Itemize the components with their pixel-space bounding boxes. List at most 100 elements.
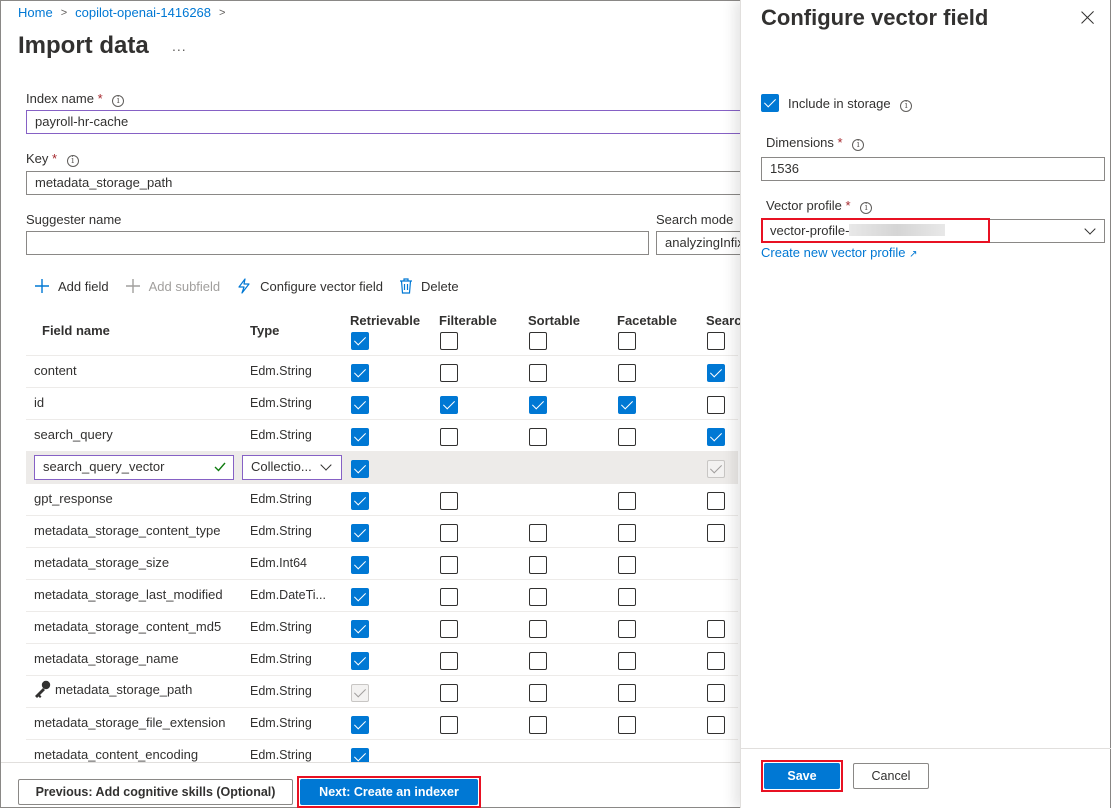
delete-button[interactable]: Delete — [399, 278, 459, 294]
select-all-searchable-checkbox[interactable] — [707, 332, 725, 350]
filterable-checkbox[interactable] — [440, 556, 458, 574]
searchable-checkbox[interactable] — [707, 620, 725, 638]
sortable-checkbox[interactable] — [529, 524, 547, 542]
facetable-checkbox[interactable] — [618, 556, 636, 574]
retrievable-checkbox[interactable] — [351, 364, 369, 382]
sortable-checkbox[interactable] — [529, 652, 547, 670]
row-divider — [26, 387, 738, 388]
previous-button[interactable]: Previous: Add cognitive skills (Optional… — [18, 779, 293, 805]
vector-profile-label: Vector profile * i — [766, 198, 873, 214]
field-name-cell[interactable]: metadata_storage_last_modified — [34, 587, 223, 602]
facetable-checkbox[interactable] — [618, 524, 636, 542]
configure-vector-field-pane: Configure vector field Include in storag… — [740, 0, 1111, 808]
search-mode-dropdown[interactable]: analyzingInfix — [656, 231, 746, 255]
field-name-cell[interactable]: search_query — [34, 427, 113, 442]
field-name-input[interactable]: search_query_vector — [34, 455, 234, 480]
retrievable-checkbox[interactable] — [351, 460, 369, 478]
filterable-checkbox[interactable] — [440, 364, 458, 382]
breadcrumb-resource[interactable]: copilot-openai-1416268 — [75, 5, 211, 20]
breadcrumb-home[interactable]: Home — [18, 5, 53, 20]
create-new-vector-profile-link[interactable]: Create new vector profile ↗ — [761, 245, 918, 260]
searchable-checkbox[interactable] — [707, 492, 725, 510]
add-field-button[interactable]: Add field — [34, 278, 109, 294]
add-subfield-button[interactable]: Add subfield — [125, 278, 220, 294]
sortable-checkbox[interactable] — [529, 428, 547, 446]
filterable-checkbox[interactable] — [440, 524, 458, 542]
field-name-cell[interactable]: metadata_storage_file_extension — [34, 715, 226, 730]
field-name-cell[interactable]: metadata_content_encoding — [34, 747, 198, 762]
searchable-checkbox[interactable] — [707, 364, 725, 382]
close-icon[interactable] — [1081, 10, 1095, 24]
filterable-checkbox[interactable] — [440, 588, 458, 606]
filterable-checkbox[interactable] — [440, 492, 458, 510]
sortable-checkbox[interactable] — [529, 396, 547, 414]
facetable-checkbox[interactable] — [618, 492, 636, 510]
field-name-cell[interactable]: metadata_storage_name — [34, 651, 179, 666]
sortable-checkbox[interactable] — [529, 716, 547, 734]
facetable-checkbox[interactable] — [618, 652, 636, 670]
sortable-checkbox[interactable] — [529, 684, 547, 702]
filterable-checkbox[interactable] — [440, 652, 458, 670]
retrievable-checkbox[interactable] — [351, 396, 369, 414]
sortable-checkbox[interactable] — [529, 364, 547, 382]
filterable-checkbox[interactable] — [440, 716, 458, 734]
facetable-checkbox[interactable] — [618, 620, 636, 638]
retrievable-checkbox[interactable] — [351, 748, 369, 762]
retrievable-checkbox[interactable] — [351, 556, 369, 574]
facetable-checkbox[interactable] — [618, 428, 636, 446]
searchable-checkbox[interactable] — [707, 652, 725, 670]
filterable-checkbox[interactable] — [440, 428, 458, 446]
retrievable-checkbox[interactable] — [351, 588, 369, 606]
facetable-checkbox[interactable] — [618, 364, 636, 382]
suggester-name-input[interactable] — [26, 231, 649, 255]
facetable-checkbox[interactable] — [618, 684, 636, 702]
searchable-checkbox[interactable] — [707, 716, 725, 734]
select-all-sortable-checkbox[interactable] — [529, 332, 547, 350]
cancel-button[interactable]: Cancel — [853, 763, 929, 789]
info-icon[interactable]: i — [66, 155, 79, 167]
field-name-cell[interactable]: metadata_storage_content_md5 — [34, 619, 221, 634]
configure-vector-field-button[interactable]: Configure vector field — [236, 278, 383, 294]
retrievable-checkbox[interactable] — [351, 716, 369, 734]
facetable-checkbox[interactable] — [618, 396, 636, 414]
select-all-facetable-checkbox[interactable] — [618, 332, 636, 350]
field-name-cell[interactable]: metadata_storage_path — [55, 682, 192, 697]
field-name-cell[interactable]: gpt_response — [34, 491, 113, 506]
field-name-cell[interactable]: id — [34, 395, 44, 410]
facetable-checkbox[interactable] — [618, 588, 636, 606]
info-icon[interactable]: i — [852, 139, 865, 151]
info-icon[interactable]: i — [900, 100, 913, 112]
sortable-checkbox[interactable] — [529, 556, 547, 574]
facetable-checkbox[interactable] — [618, 716, 636, 734]
row-divider — [26, 355, 738, 356]
dimensions-input[interactable]: 1536 — [761, 157, 1105, 181]
key-input[interactable]: metadata_storage_path — [26, 171, 746, 195]
retrievable-checkbox[interactable] — [351, 620, 369, 638]
field-name-cell[interactable]: content — [34, 363, 77, 378]
row-divider — [26, 515, 738, 516]
index-name-input[interactable]: payroll-hr-cache — [26, 110, 746, 134]
select-all-retrievable-checkbox[interactable] — [351, 332, 369, 350]
retrievable-checkbox[interactable] — [351, 524, 369, 542]
sortable-checkbox[interactable] — [529, 620, 547, 638]
page-title: Import data — [18, 32, 149, 59]
info-icon[interactable]: i — [112, 95, 125, 107]
filterable-checkbox[interactable] — [440, 620, 458, 638]
info-icon[interactable]: i — [860, 202, 873, 214]
sortable-checkbox[interactable] — [529, 588, 547, 606]
filterable-checkbox[interactable] — [440, 396, 458, 414]
searchable-checkbox[interactable] — [707, 684, 725, 702]
include-in-storage-checkbox[interactable] — [761, 94, 779, 112]
retrievable-checkbox[interactable] — [351, 428, 369, 446]
searchable-checkbox[interactable] — [707, 396, 725, 414]
searchable-checkbox[interactable] — [707, 524, 725, 542]
searchable-checkbox[interactable] — [707, 428, 725, 446]
retrievable-checkbox[interactable] — [351, 492, 369, 510]
field-name-cell[interactable]: metadata_storage_size — [34, 555, 169, 570]
retrievable-checkbox[interactable] — [351, 652, 369, 670]
filterable-checkbox[interactable] — [440, 684, 458, 702]
more-options-icon[interactable]: ... — [172, 38, 187, 54]
select-all-filterable-checkbox[interactable] — [440, 332, 458, 350]
field-name-cell[interactable]: metadata_storage_content_type — [34, 523, 220, 538]
field-type-cell: Edm.String — [250, 524, 312, 538]
